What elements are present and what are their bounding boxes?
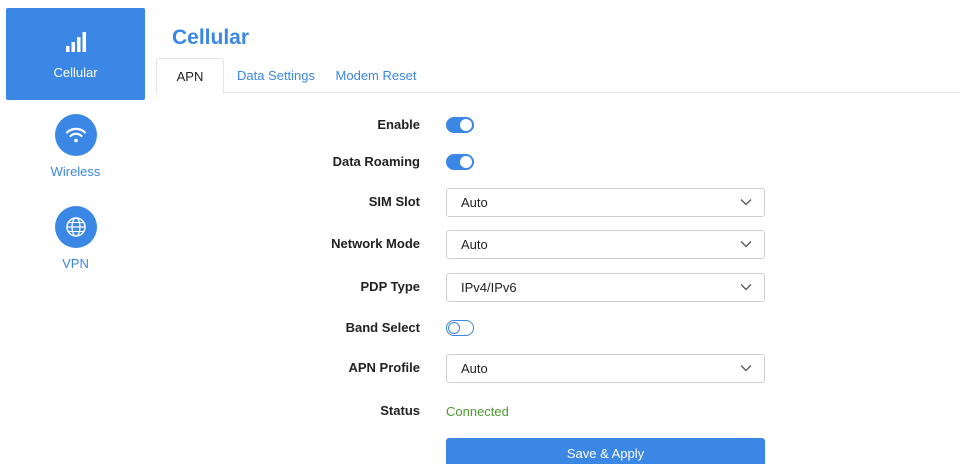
page-title: Cellular (172, 26, 250, 49)
chevron-down-icon (740, 365, 752, 372)
network-mode-row: Network Mode Auto (156, 229, 960, 259)
status-label: Status (380, 403, 420, 418)
apn-profile-label: APN Profile (348, 360, 420, 375)
sidebar-item-label: Cellular (53, 65, 98, 80)
sim-slot-value: Auto (461, 194, 488, 210)
status-value: Connected (446, 403, 509, 419)
tab-bar: APN Data Settings Modem Reset (156, 58, 960, 94)
sidebar-item-cellular[interactable]: Cellular (6, 8, 145, 100)
pdp-type-row: PDP Type IPv4/IPv6 (156, 272, 960, 302)
status-row: Status Connected (156, 396, 960, 426)
band-select-row: Band Select (156, 313, 960, 343)
data-roaming-row: Data Roaming (156, 147, 960, 177)
sidebar-item-label: VPN (62, 256, 89, 271)
wifi-icon (54, 114, 97, 156)
toggle-knob (460, 119, 472, 131)
pdp-type-select[interactable]: IPv4/IPv6 (446, 272, 765, 302)
enable-row: Enable (156, 110, 960, 140)
tab-data-settings[interactable]: Data Settings (228, 58, 324, 93)
pdp-type-label: PDP Type (360, 279, 420, 294)
chevron-down-icon (740, 284, 752, 291)
apn-profile-row: APN Profile Auto (156, 353, 960, 383)
band-select-toggle[interactable] (446, 320, 474, 336)
chevron-down-icon (740, 241, 752, 248)
apn-profile-select[interactable]: Auto (446, 353, 765, 383)
tab-apn[interactable]: APN (156, 58, 224, 94)
sim-slot-row: SIM Slot Auto (156, 187, 960, 217)
apn-profile-value: Auto (461, 360, 488, 376)
band-select-label: Band Select (345, 320, 420, 335)
toggle-knob (448, 321, 460, 334)
network-mode-value: Auto (461, 236, 488, 252)
globe-icon (54, 206, 97, 248)
enable-toggle[interactable] (446, 117, 474, 133)
enable-label: Enable (377, 117, 420, 132)
sidebar-item-label: Wireless (50, 164, 101, 179)
sim-slot-label: SIM Slot (368, 194, 420, 209)
sim-slot-select[interactable]: Auto (446, 187, 765, 217)
chevron-down-icon (740, 199, 752, 206)
sidebar-item-vpn[interactable]: VPN (6, 206, 145, 271)
data-roaming-label: Data Roaming (332, 154, 420, 169)
signal-bars-icon (65, 32, 87, 57)
toggle-knob (460, 156, 472, 168)
sidebar-item-wireless[interactable]: Wireless (6, 114, 145, 179)
pdp-type-value: IPv4/IPv6 (461, 279, 517, 295)
sidebar: Cellular Wireless VPN (0, 0, 150, 464)
save-apply-button[interactable]: Save & Apply (446, 438, 765, 464)
network-mode-label: Network Mode (331, 236, 420, 251)
data-roaming-toggle[interactable] (446, 154, 474, 170)
network-mode-select[interactable]: Auto (446, 229, 765, 259)
tab-modem-reset[interactable]: Modem Reset (330, 58, 422, 93)
